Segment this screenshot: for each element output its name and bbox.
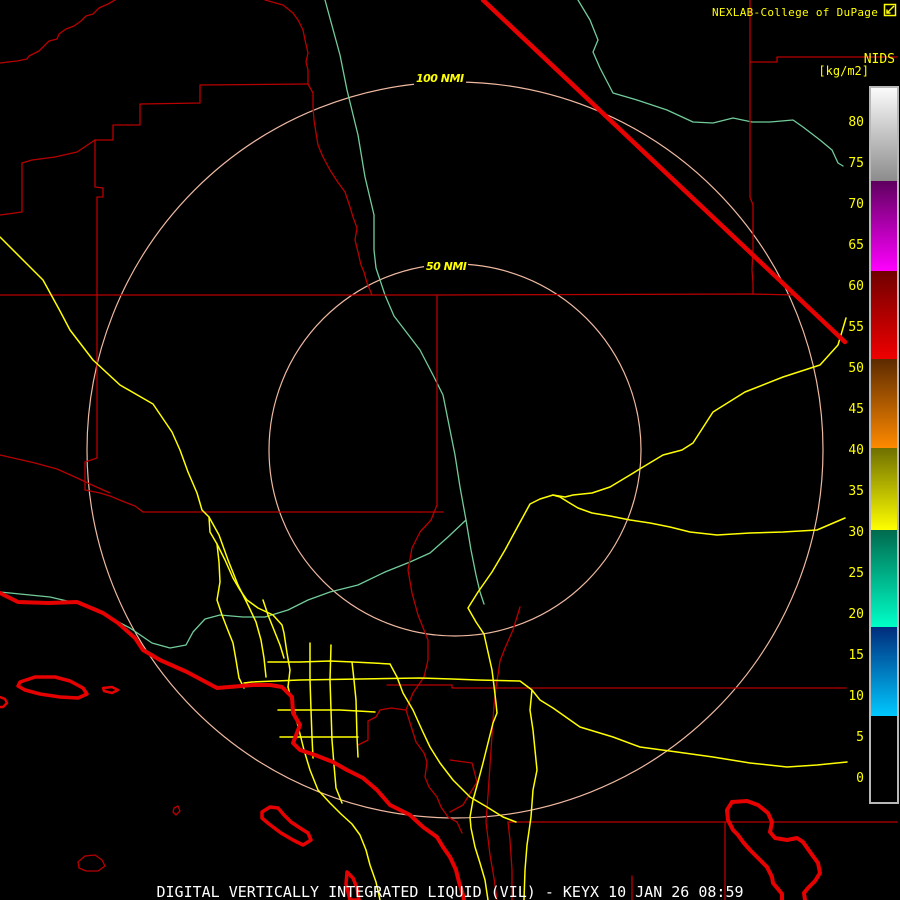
colorbar-segment <box>871 448 897 530</box>
colorbar-tick: 20 <box>834 607 864 622</box>
range-ring-label: 50 NMI <box>424 260 468 273</box>
colorbar-tick: 5 <box>834 730 864 745</box>
range-ring-circles <box>87 82 823 818</box>
cod-arrow-icon <box>883 3 897 18</box>
colorbar-tick: 40 <box>834 443 864 458</box>
colorbar-segment <box>871 530 897 627</box>
colorbar-tick: 70 <box>834 197 864 212</box>
colorbar-segment <box>871 88 897 181</box>
radar-map-canvas <box>0 0 900 900</box>
colorbar-tick: 80 <box>834 115 864 130</box>
range-ring-label: 100 NMI <box>414 72 466 85</box>
range-ring-circle <box>269 264 641 636</box>
colorbar-segment <box>871 271 897 359</box>
colorbar-tick: 50 <box>834 361 864 376</box>
radar-display: NEXLAB-College of DuPage NIDS [kg/m2] 80… <box>0 0 900 900</box>
brand-text: NEXLAB-College of DuPage <box>712 6 878 19</box>
colorbar-tick: 0 <box>834 771 864 786</box>
colorbar-segment <box>871 627 897 716</box>
colorbar-tick: 35 <box>834 484 864 499</box>
colorbar-tick: 15 <box>834 648 864 663</box>
state-and-coast-lines <box>0 0 845 900</box>
colorbar-tick: 10 <box>834 689 864 704</box>
colorbar-gradient <box>869 86 899 804</box>
colorbar-tick: 65 <box>834 238 864 253</box>
colorbar-segment <box>871 359 897 448</box>
colorbar-tick: 55 <box>834 320 864 335</box>
product-title: DIGITAL VERTICALLY INTEGRATED LIQUID (VI… <box>0 883 900 900</box>
units-label: [kg/m2] <box>818 64 869 78</box>
colorbar-tick: 25 <box>834 566 864 581</box>
colorbar-tick: 30 <box>834 525 864 540</box>
highway-lines <box>0 237 847 900</box>
colorbar-tick: 45 <box>834 402 864 417</box>
river-lines <box>0 0 843 648</box>
colorbar-segment <box>871 716 897 801</box>
colorbar-segment <box>871 181 897 271</box>
colorbar-tick: 60 <box>834 279 864 294</box>
colorbar-tick: 75 <box>834 156 864 171</box>
range-ring-circle <box>87 82 823 818</box>
